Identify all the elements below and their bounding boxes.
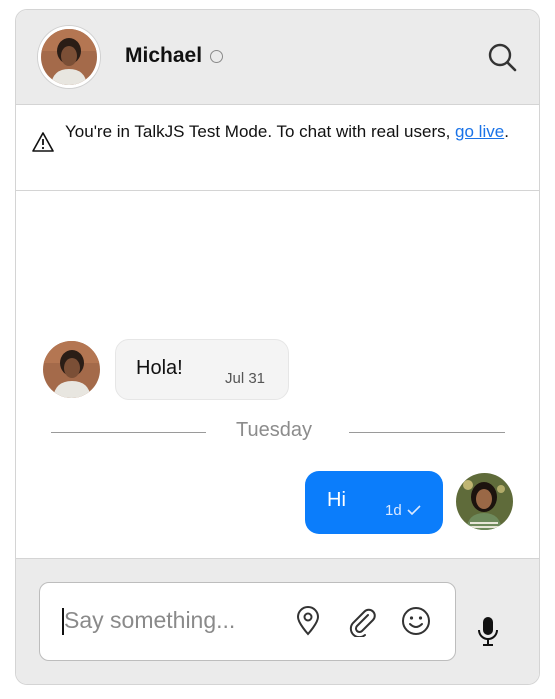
microphone-icon[interactable] xyxy=(472,615,504,647)
search-icon[interactable] xyxy=(486,41,518,73)
chat-panel: Michael You're in TalkJS Test Mode. To c… xyxy=(15,9,540,685)
message-composer: Say something... xyxy=(16,558,539,684)
notice-suffix: . xyxy=(504,122,509,141)
outgoing-message[interactable]: Hi 1d xyxy=(305,471,443,534)
test-mode-notice: You're in TalkJS Test Mode. To chat with… xyxy=(16,105,539,191)
location-pin-icon[interactable] xyxy=(292,605,324,637)
chat-header: Michael xyxy=(16,10,539,105)
message-input[interactable]: Say something... xyxy=(39,582,456,661)
emoji-icon[interactable] xyxy=(400,605,432,637)
day-divider-left xyxy=(51,432,206,433)
status-indicator xyxy=(210,50,223,63)
message-text: Hola! xyxy=(136,357,183,379)
sender-avatar xyxy=(43,341,100,398)
paperclip-icon[interactable] xyxy=(346,605,378,639)
notice-text: You're in TalkJS Test Mode. To chat with… xyxy=(65,118,515,146)
input-placeholder: Say something... xyxy=(64,607,236,633)
message-text: Hi xyxy=(327,489,346,511)
user-avatar xyxy=(456,473,513,530)
check-icon xyxy=(407,505,421,515)
message-timestamp: 1d xyxy=(385,502,402,519)
day-divider-right xyxy=(349,432,505,433)
notice-message: You're in TalkJS Test Mode. To chat with… xyxy=(65,122,456,141)
incoming-message[interactable]: Hola! Jul 31 xyxy=(115,339,289,400)
day-separator: Tuesday xyxy=(236,419,312,441)
contact-name: Michael xyxy=(125,44,203,67)
warning-icon xyxy=(32,132,54,152)
message-timestamp: Jul 31 xyxy=(225,370,266,387)
contact-avatar[interactable] xyxy=(38,26,100,88)
go-live-link[interactable]: go live xyxy=(455,122,504,141)
